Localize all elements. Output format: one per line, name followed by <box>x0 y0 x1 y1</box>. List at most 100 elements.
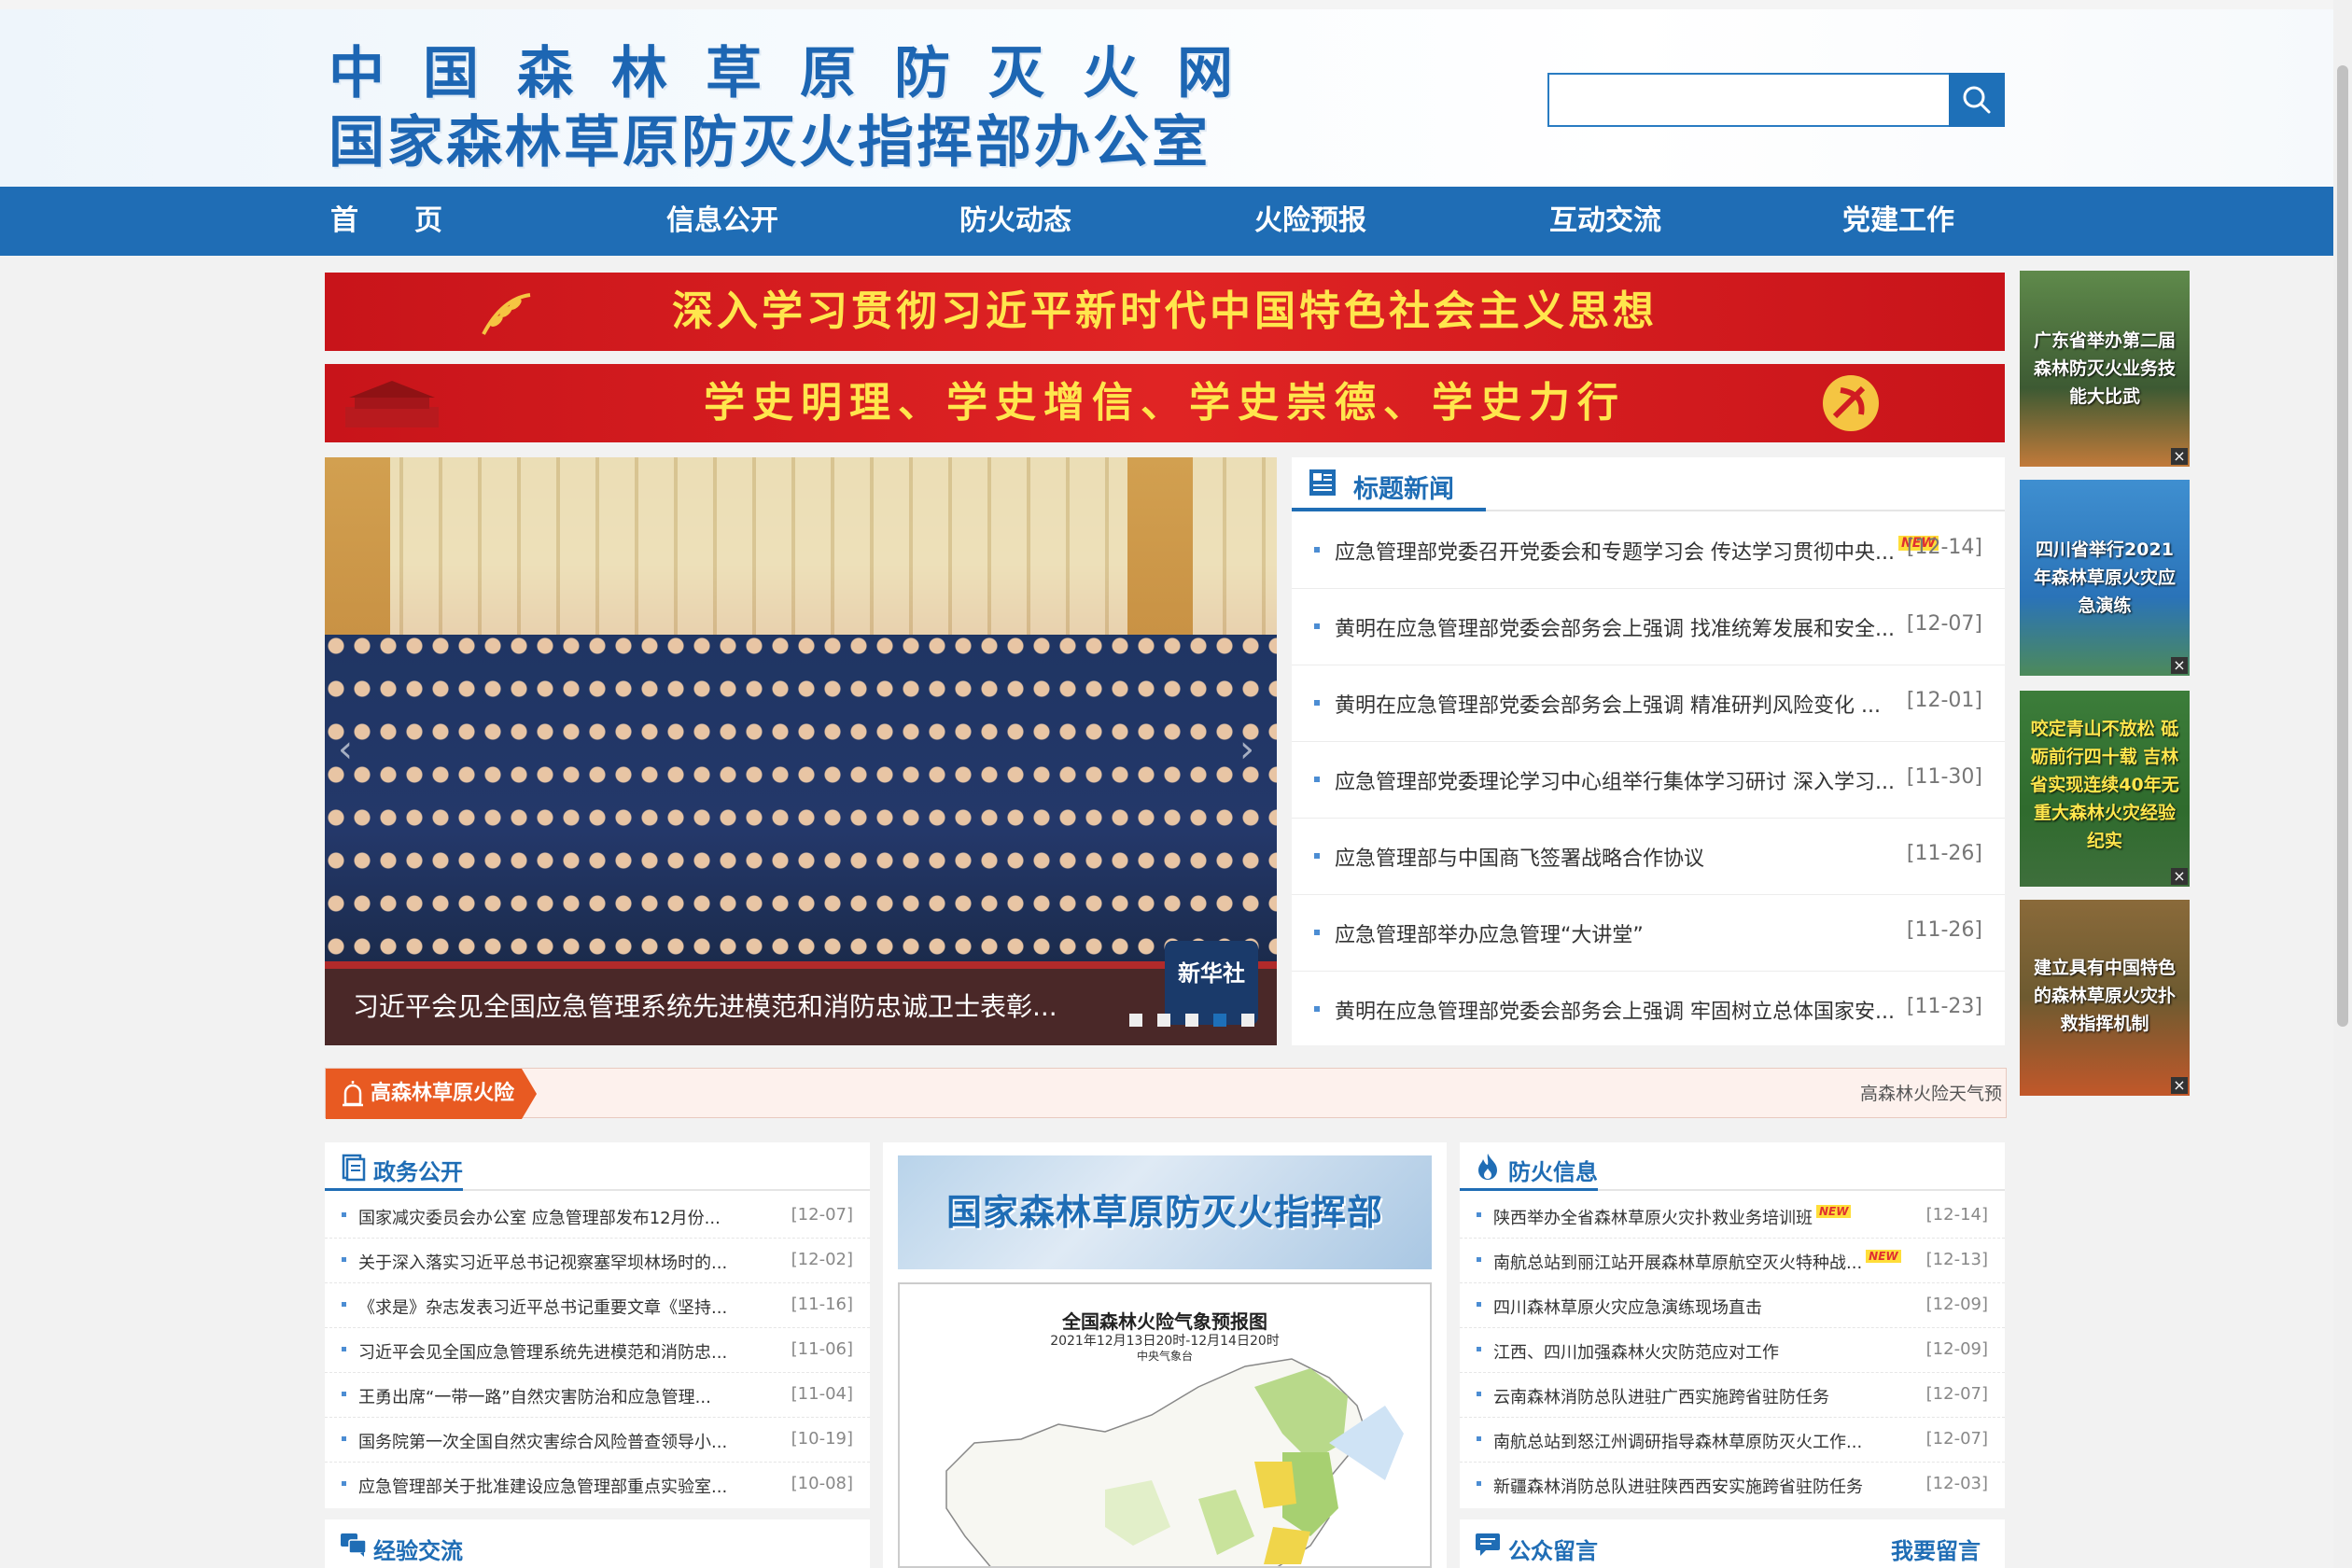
gov-affairs-row[interactable]: 国务院第一次全国自然灾害综合风险普查领导小... [10-19] <box>325 1417 870 1463</box>
fire-info-date: [12-09] <box>1925 1295 1988 1314</box>
bullet <box>342 1392 346 1396</box>
new-badge: NEW <box>1866 1250 1901 1263</box>
side-thumb-command[interactable]: 建立具有中国特色的森林草原火灾扑救指挥机制 × <box>2020 900 2190 1096</box>
fire-forecast-map[interactable]: 全国森林火险气象预报图 2021年12月13日20时-12月14日20时 中央气… <box>898 1282 1432 1568</box>
experience-panel: 经验交流 <box>325 1519 870 1568</box>
main-nav: 首 页 信息公开 防火动态 火险预报 互动交流 党建工作 <box>0 187 2333 256</box>
headline-news-row[interactable]: 应急管理部党委召开党委会和专题学习会 传达学习贯彻中央... NEW [12-14… <box>1292 511 2005 589</box>
nav-item-fire-news[interactable]: 防火动态 <box>922 187 1109 256</box>
headline-news-link[interactable]: 黄明在应急管理部党委会部务会上强调 牢固树立总体国家安... <box>1335 995 1895 1025</box>
nav-item-info-disclosure[interactable]: 信息公开 <box>629 187 816 256</box>
gov-affairs-row[interactable]: 关于深入落实习近平总书记视察塞罕坝林场时的... [12-02] <box>325 1238 870 1283</box>
gov-affairs-link[interactable]: 习近平会见全国应急管理系统先进模范和消防忠... <box>358 1339 727 1364</box>
nav-item-home[interactable]: 首 页 <box>293 187 480 256</box>
gov-affairs-row[interactable]: 应急管理部关于批准建设应急管理部重点实验室... [10-08] <box>325 1462 870 1506</box>
side-thumb-text: 咬定青山不放松 砥砺前行四十载 吉林省实现连续40年无重大森林火灾经验纪实 <box>2030 719 2179 851</box>
gov-affairs-link[interactable]: 国家减灾委员会办公室 应急管理部发布12月份... <box>358 1205 721 1229</box>
command-banner-text: 国家森林草原防灭火指挥部 <box>945 1192 1383 1233</box>
headline-news-row[interactable]: 应急管理部与中国商飞签署战略合作协议 [11-26] <box>1292 818 2005 895</box>
fire-info-row[interactable]: 陕西举办全省森林草原火灾扑救业务培训班 NEW [12-14] <box>1460 1193 2005 1239</box>
nav-item-interaction[interactable]: 互动交流 <box>1512 187 1699 256</box>
headline-news-row[interactable]: 应急管理部举办应急管理“大讲堂” [11-26] <box>1292 894 2005 972</box>
search-button[interactable] <box>1949 73 2005 127</box>
fire-info-link[interactable]: 南航总站到丽江站开展森林草原航空灭火特种战... NEW <box>1493 1250 1901 1274</box>
fire-info-link[interactable]: 南航总站到怒江州调研指导森林草原防灭火工作... <box>1493 1429 1862 1453</box>
headline-news-link[interactable]: 应急管理部党委召开党委会和专题学习会 传达学习贯彻中央... NEW <box>1335 536 1939 566</box>
public-message-title[interactable]: 公众留言 <box>1508 1533 1598 1565</box>
gov-affairs-row[interactable]: 《求是》杂志发表习近平总书记重要文章《坚持... [11-16] <box>325 1282 870 1328</box>
banner-study-thought[interactable]: 深入学习贯彻习近平新时代中国特色社会主义思想 <box>325 273 2005 351</box>
gov-affairs-link[interactable]: 应急管理部关于批准建设应急管理部重点实验室... <box>358 1474 727 1498</box>
fire-info-link[interactable]: 云南森林消防总队进驻广西实施跨省驻防任务 <box>1493 1384 1829 1408</box>
gov-affairs-title[interactable]: 政务公开 <box>373 1154 463 1186</box>
headline-news-row[interactable]: 黄明在应急管理部党委会部务会上强调 精准研判风险变化 ... [12-01] <box>1292 665 2005 742</box>
nav-item-party-building[interactable]: 党建工作 <box>1805 187 1992 256</box>
gov-affairs-link[interactable]: 王勇出席“一带一路”自然灾害防治和应急管理... <box>358 1384 711 1408</box>
gov-affairs-link[interactable]: 《求是》杂志发表习近平总书记重要文章《坚持... <box>358 1295 727 1319</box>
gov-affairs-row[interactable]: 习近平会见全国应急管理系统先进模范和消防忠... [11-06] <box>325 1327 870 1373</box>
fire-info-row[interactable]: 四川森林草原火灾应急演练现场直击 [12-09] <box>1460 1282 2005 1328</box>
close-icon[interactable]: × <box>2171 868 2188 885</box>
close-icon[interactable]: × <box>2171 657 2188 674</box>
headline-news-row[interactable]: 黄明在应急管理部党委会部务会上强调 牢固树立总体国家安... [11-23] <box>1292 971 2005 1047</box>
gov-affairs-link[interactable]: 国务院第一次全国自然灾害综合风险普查领导小... <box>358 1429 727 1453</box>
headline-news-row[interactable]: 应急管理部党委理论学习中心组举行集体学习研讨 深入学习... [11-30] <box>1292 741 2005 819</box>
headline-news-link[interactable]: 黄明在应急管理部党委会部务会上强调 精准研判风险变化 ... <box>1335 689 1881 719</box>
news-carousel[interactable]: ‹ › 习近平会见全国应急管理系统先进模范和消防忠诚卫士表彰... 新华社 <box>325 457 1277 1045</box>
fire-info-link[interactable]: 江西、四川加强森林火灾防范应对工作 <box>1493 1339 1779 1364</box>
gov-affairs-row[interactable]: 国家减灾委员会办公室 应急管理部发布12月份... [12-07] <box>325 1193 870 1239</box>
fire-info-row[interactable]: 江西、四川加强森林火灾防范应对工作 [12-09] <box>1460 1327 2005 1373</box>
scrollbar-thumb[interactable] <box>2337 65 2348 1027</box>
carousel-dot[interactable] <box>1157 1014 1170 1027</box>
carousel-prev-icon[interactable]: ‹ <box>338 728 353 771</box>
search-box <box>1547 73 1951 127</box>
command-banner[interactable]: 国家森林草原防灭火指挥部 <box>898 1155 1432 1269</box>
experience-title[interactable]: 经验交流 <box>373 1533 463 1565</box>
bullet <box>1314 853 1320 859</box>
gov-affairs-date: [12-07] <box>791 1205 853 1225</box>
fire-risk-scroll-text[interactable]: 高森林火险天气预 <box>1860 1069 2002 1119</box>
headline-news-link[interactable]: 应急管理部举办应急管理“大讲堂” <box>1335 918 1644 948</box>
fire-info-row[interactable]: 云南森林消防总队进驻广西实施跨省驻防任务 [12-07] <box>1460 1372 2005 1418</box>
fire-info-row[interactable]: 新疆森林消防总队进驻陕西西安实施跨省驻防任务 [12-03] <box>1460 1462 2005 1506</box>
carousel-dot-active[interactable] <box>1213 1014 1226 1027</box>
close-icon[interactable]: × <box>2171 1077 2188 1094</box>
gov-affairs-date: [12-02] <box>791 1250 853 1269</box>
fire-info-row[interactable]: 南航总站到怒江州调研指导森林草原防灭火工作... [12-07] <box>1460 1417 2005 1463</box>
title-accent-bar <box>325 1188 463 1191</box>
close-icon[interactable]: × <box>2171 448 2188 465</box>
headline-news-link[interactable]: 应急管理部党委理论学习中心组举行集体学习研讨 深入学习... <box>1335 765 1895 795</box>
carousel-dot[interactable] <box>1129 1014 1142 1027</box>
site-subtitle[interactable]: 国家森林草原防灭火指挥部办公室 <box>329 97 1211 178</box>
side-thumb-guangdong[interactable]: 广东省举办第二届森林防灭火业务技能大比武 × <box>2020 271 2190 467</box>
nav-item-fire-forecast[interactable]: 火险预报 <box>1217 187 1404 256</box>
headline-news-date: [11-26] <box>1906 918 1982 942</box>
carousel-dot[interactable] <box>1185 1014 1198 1027</box>
headline-news-row[interactable]: 黄明在应急管理部党委会部务会上强调 找准统筹发展和安全... [12-07] <box>1292 588 2005 665</box>
fire-info-link[interactable]: 四川森林草原火灾应急演练现场直击 <box>1493 1295 1762 1319</box>
fire-info-title[interactable]: 防火信息 <box>1508 1154 1598 1186</box>
gov-affairs-link[interactable]: 关于深入落实习近平总书记视察塞罕坝林场时的... <box>358 1250 727 1274</box>
leave-message-button[interactable]: 我要留言 <box>1891 1533 1981 1565</box>
tiananmen-icon <box>345 381 439 427</box>
gov-affairs-row[interactable]: 王勇出席“一带一路”自然灾害防治和应急管理... [11-04] <box>325 1372 870 1418</box>
search-input[interactable] <box>1549 75 1949 125</box>
headline-news-date: [12-14] <box>1906 536 1982 559</box>
alarm-icon <box>343 1081 363 1107</box>
fire-info-row[interactable]: 南航总站到丽江站开展森林草原航空灭火特种战... NEW [12-13] <box>1460 1238 2005 1283</box>
side-thumb-sichuan[interactable]: 四川省举行2021年森林草原火灾应急演练 × <box>2020 480 2190 676</box>
carousel-dot[interactable] <box>1241 1014 1254 1027</box>
headline-news-link[interactable]: 应急管理部与中国商飞签署战略合作协议 <box>1335 842 1704 872</box>
side-thumb-jilin[interactable]: 咬定青山不放松 砥砺前行四十载 吉林省实现连续40年无重大森林火灾经验纪实 × <box>2020 691 2190 887</box>
fire-info-link[interactable]: 新疆森林消防总队进驻陕西西安实施跨省驻防任务 <box>1493 1474 1863 1498</box>
fire-info-date: [12-07] <box>1925 1429 1988 1449</box>
carousel-next-icon[interactable]: › <box>1239 728 1254 771</box>
carousel-caption[interactable]: 习近平会见全国应急管理系统先进模范和消防忠诚卫士表彰... <box>353 969 1057 1045</box>
headline-news-date: [12-01] <box>1906 689 1982 712</box>
gov-affairs-date: [11-06] <box>791 1339 853 1359</box>
headline-news-title[interactable]: 标题新闻 <box>1353 469 1454 505</box>
map-subtitle: 2021年12月13日20时-12月14日20时 <box>1050 1334 1280 1349</box>
fire-info-link[interactable]: 陕西举办全省森林草原火灾扑救业务培训班 NEW <box>1493 1205 1852 1229</box>
banner-party-history[interactable]: 学史明理、学史增信、学史崇德、学史力行 <box>325 364 2005 442</box>
headline-news-link[interactable]: 黄明在应急管理部党委会部务会上强调 找准统筹发展和安全... <box>1335 612 1895 642</box>
